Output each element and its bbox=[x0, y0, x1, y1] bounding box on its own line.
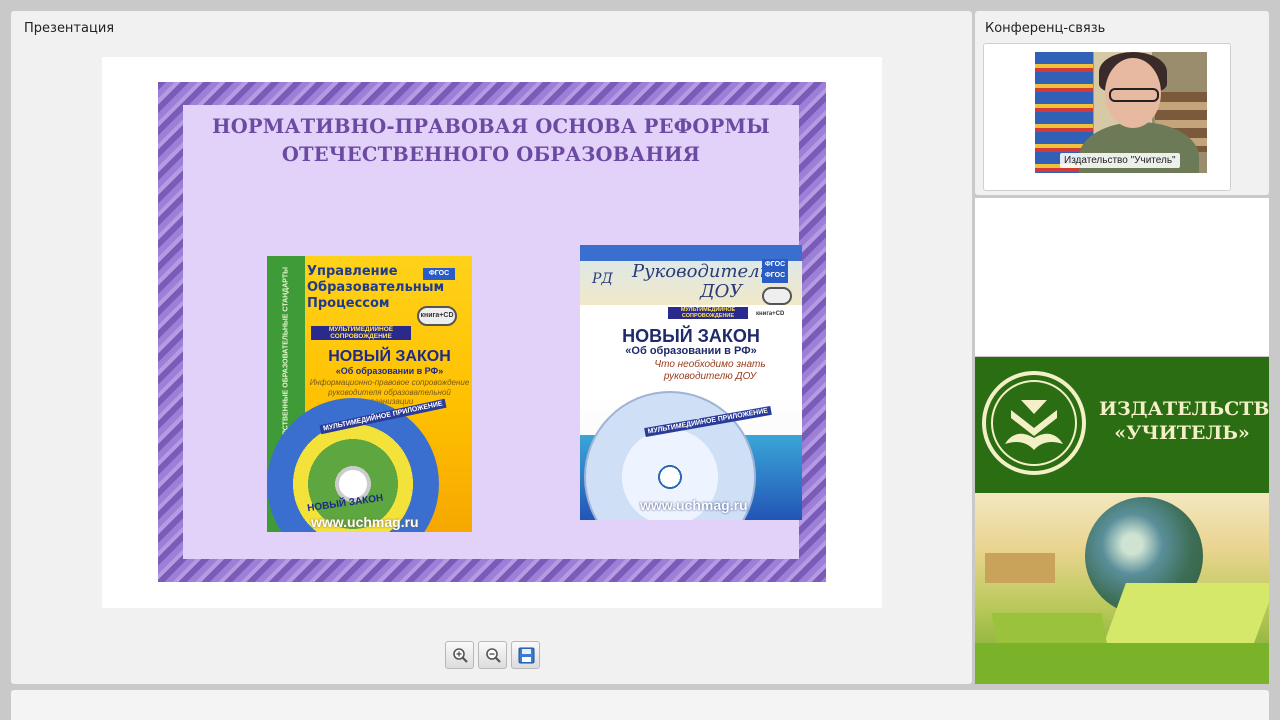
book-description: Что необходимо знать руководителю ДОУ bbox=[654, 359, 766, 382]
slide-heading: НОРМАТИВНО-ПРАВОВАЯ ОСНОВА РЕФОРМЫ ОТЕЧЕ… bbox=[183, 113, 799, 169]
book-series-line: Руководителю bbox=[632, 261, 776, 282]
photo-book-stack bbox=[975, 643, 1269, 684]
photo-book bbox=[985, 553, 1055, 583]
bottom-panel bbox=[11, 690, 1269, 720]
zoom-out-icon bbox=[486, 648, 501, 663]
save-button[interactable] bbox=[511, 641, 540, 669]
cd-badge: книга+CD bbox=[417, 306, 457, 326]
publisher-name-line-1: ИЗДАТЕЛЬСТВО bbox=[1099, 398, 1269, 420]
book-cover-dou: РД Руководителю ДОУ ФГОС ФГОС книга+CD М… bbox=[580, 245, 802, 520]
book-series-line: ДОУ bbox=[700, 281, 743, 302]
book-law-title: НОВЫЙ ЗАКОН bbox=[622, 326, 760, 346]
empty-panel-area bbox=[975, 198, 1269, 356]
cd-badge-text: книга+CD bbox=[756, 311, 785, 317]
book-cover-management: ФЕДЕРАЛЬНЫЕ ГОСУДАРСТВЕННЫЕ ОБРАЗОВАТЕЛЬ… bbox=[267, 256, 472, 532]
multimedia-band: МУЛЬТИМЕДИЙНОЕ СОПРОВОЖДЕНИЕ bbox=[311, 326, 411, 340]
participant-name-label: Издательство "Учитель" bbox=[1060, 153, 1180, 168]
photo-open-book bbox=[1104, 583, 1269, 643]
slide: НОРМАТИВНО-ПРАВОВАЯ ОСНОВА РЕФОРМЫ ОТЕЧЕ… bbox=[158, 82, 826, 582]
book-law-subtitle: «Об образовании в РФ» bbox=[625, 345, 757, 357]
video-tile[interactable]: Издательство "Учитель" bbox=[983, 43, 1231, 191]
cd-badge-icon bbox=[762, 287, 792, 305]
publisher-name: ИЗДАТЕЛЬСТВО «УЧИТЕЛЬ» bbox=[1099, 397, 1269, 445]
book-law-subtitle: «Об образовании в РФ» bbox=[335, 366, 444, 376]
slide-content: НОРМАТИВНО-ПРАВОВАЯ ОСНОВА РЕФОРМЫ ОТЕЧЕ… bbox=[183, 105, 802, 559]
publisher-banner: ИЗДАТЕЛЬСТВО «УЧИТЕЛЬ» bbox=[975, 357, 1269, 684]
multimedia-band: МУЛЬТИМЕДИЙНОЕ СОПРОВОЖДЕНИЕ bbox=[668, 307, 748, 319]
slide-heading-line-2: ОТЕЧЕСТВЕННОГО ОБРАЗОВАНИЯ bbox=[281, 143, 701, 166]
presentation-panel: Презентация НОРМАТИВНО-ПРАВОВАЯ ОСНОВА Р… bbox=[11, 11, 972, 684]
slide-viewport: НОРМАТИВНО-ПРАВОВАЯ ОСНОВА РЕФОРМЫ ОТЕЧЕ… bbox=[102, 57, 882, 608]
book-url: www.uchmag.ru bbox=[311, 514, 419, 530]
book-url: www.uchmag.ru bbox=[640, 497, 748, 513]
conference-panel-title: Конференц-связь bbox=[985, 21, 1106, 36]
book-law-title: НОВЫЙ ЗАКОН bbox=[328, 348, 451, 365]
fgos-badge: ФГОС bbox=[423, 268, 455, 280]
conference-panel: Конференц-связь Издательство "Учитель" bbox=[975, 11, 1269, 195]
book-series-line: Образовательным bbox=[307, 280, 445, 295]
zoom-out-button[interactable] bbox=[478, 641, 507, 669]
slide-heading-line-1: НОРМАТИВНО-ПРАВОВАЯ ОСНОВА РЕФОРМЫ bbox=[212, 115, 770, 138]
zoom-in-icon bbox=[453, 648, 468, 663]
participant-video: Издательство "Учитель" bbox=[1035, 52, 1207, 173]
banner-photo-books-globe bbox=[975, 493, 1269, 684]
series-logo: РД bbox=[592, 271, 613, 287]
publisher-logo-icon bbox=[982, 371, 1086, 475]
floppy-disk-icon bbox=[518, 647, 535, 664]
publisher-name-line-2: «УЧИТЕЛЬ» bbox=[1114, 422, 1250, 444]
banner-header: ИЗДАТЕЛЬСТВО «УЧИТЕЛЬ» bbox=[975, 357, 1269, 493]
fgos-badge: ФГОС ФГОС bbox=[762, 259, 788, 283]
zoom-in-button[interactable] bbox=[445, 641, 474, 669]
presentation-panel-title: Презентация bbox=[24, 21, 115, 36]
participant-glasses bbox=[1109, 88, 1159, 102]
